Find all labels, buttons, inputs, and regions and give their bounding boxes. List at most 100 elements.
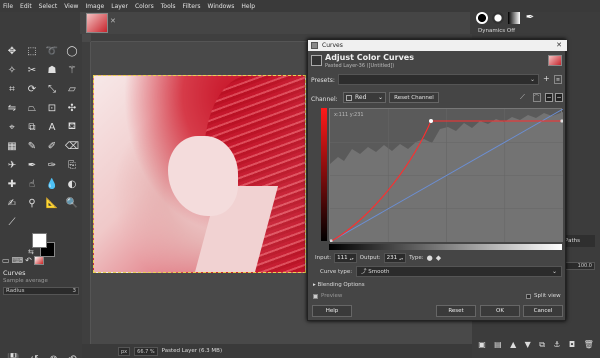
- blending-options-expander[interactable]: ▸ Blending Options: [313, 282, 365, 288]
- images-tab-icon[interactable]: [33, 255, 44, 265]
- mypaint-icon[interactable]: ✒: [524, 12, 536, 24]
- cancel-button[interactable]: Cancel: [523, 305, 563, 317]
- add-preset-icon[interactable]: +: [543, 74, 550, 83]
- rect-select-tool-icon[interactable]: ⬚: [22, 42, 42, 61]
- crop-tool-icon[interactable]: ⌗: [2, 80, 22, 99]
- dynamics-label[interactable]: Dynamics Off: [478, 28, 515, 34]
- warp-tool-icon[interactable]: ✣: [62, 99, 82, 118]
- menu-layer[interactable]: Layer: [111, 3, 128, 10]
- linear-histogram-icon[interactable]: ⟋: [520, 93, 525, 102]
- channel-dropdown[interactable]: Red ⌄: [343, 92, 386, 103]
- menu-help[interactable]: Help: [241, 3, 255, 10]
- handle-transform-icon[interactable]: ⧉: [22, 118, 42, 137]
- scissors-tool-icon[interactable]: ✂: [22, 61, 42, 80]
- curve-type-dropdown[interactable]: ⤴ Smooth ⌄: [356, 266, 562, 277]
- ok-button[interactable]: OK: [480, 305, 520, 317]
- opacity-value[interactable]: 100.0: [563, 262, 595, 270]
- scale-tool-icon[interactable]: ⤡: [42, 80, 62, 99]
- paintbrush-tool-icon[interactable]: ✐: [42, 137, 62, 156]
- new-group-icon[interactable]: ▤: [494, 340, 502, 350]
- unit-selector[interactable]: px: [118, 346, 131, 356]
- zoom-selector[interactable]: 66.7 %: [134, 346, 158, 356]
- color-picker-icon[interactable]: ⚲: [22, 194, 42, 213]
- sample-average-label[interactable]: Sample average: [3, 278, 48, 284]
- airbrush-tool-icon[interactable]: ✈: [2, 156, 22, 175]
- mask-icon[interactable]: ◘: [569, 340, 575, 350]
- dialog-titlebar[interactable]: Curves ✕: [308, 40, 567, 51]
- lasso-tool-icon[interactable]: ➰: [42, 42, 62, 61]
- mypaint-brush-icon[interactable]: ✑: [42, 156, 62, 175]
- delete-options-icon[interactable]: ⊗: [49, 354, 57, 358]
- tool-options-tab-icon[interactable]: ▭: [2, 256, 10, 265]
- curves-graph[interactable]: x:111 y:231: [329, 108, 563, 242]
- eyedropper-tool-icon[interactable]: ⟋: [2, 213, 22, 232]
- presets-menu-icon[interactable]: ≡: [554, 75, 562, 84]
- lower-layer-icon[interactable]: ▼: [525, 340, 531, 350]
- wand-tool-icon[interactable]: ⚚: [62, 61, 82, 80]
- undo-history-tab-icon[interactable]: ↶: [25, 256, 32, 265]
- clone-tool-icon[interactable]: ⎘: [62, 156, 82, 175]
- smooth-point-icon[interactable]: ●: [427, 254, 433, 262]
- foreground-color-swatch[interactable]: [32, 233, 47, 248]
- presets-dropdown[interactable]: ⌄: [338, 74, 539, 85]
- anchor-layer-icon[interactable]: ⚓: [553, 340, 560, 350]
- ink-tool-icon[interactable]: ✒: [22, 156, 42, 175]
- cage-tool-icon[interactable]: ⌖: [2, 118, 22, 137]
- menu-filters[interactable]: Filters: [183, 3, 201, 10]
- split-view-checkbox[interactable]: Split view: [526, 293, 561, 299]
- pattern-icon[interactable]: [492, 12, 504, 24]
- image-canvas[interactable]: [93, 75, 306, 273]
- reset-channel-button[interactable]: Reset Channel: [389, 92, 439, 103]
- menu-windows[interactable]: Windows: [208, 3, 235, 10]
- channel-menu-icon[interactable]: −: [555, 93, 563, 102]
- log-histogram-icon[interactable]: ⌒: [533, 93, 541, 102]
- menu-view[interactable]: View: [64, 3, 78, 10]
- menu-image[interactable]: Image: [85, 3, 104, 10]
- shear-tool-icon[interactable]: ▱: [62, 80, 82, 99]
- new-layer-icon[interactable]: ▣: [478, 340, 486, 350]
- menu-file[interactable]: File: [3, 3, 13, 10]
- foreground-select-tool-icon[interactable]: ☗: [42, 61, 62, 80]
- menu-tools[interactable]: Tools: [161, 3, 176, 10]
- measure-tool-icon[interactable]: 📐: [42, 194, 62, 213]
- input-spinner[interactable]: 111 ▴▾: [334, 253, 357, 263]
- restore-options-icon[interactable]: ↺: [30, 354, 38, 358]
- brush-icon[interactable]: [476, 12, 488, 24]
- bucket-fill-icon[interactable]: ⛾: [62, 118, 82, 137]
- curve-control-point[interactable]: [429, 119, 433, 123]
- blur-tool-icon[interactable]: 💧: [42, 175, 62, 194]
- image-tab-thumbnail[interactable]: [86, 13, 108, 33]
- raise-layer-icon[interactable]: ▲: [510, 340, 516, 350]
- delete-layer-icon[interactable]: 🗑: [584, 340, 594, 350]
- eraser-tool-icon[interactable]: ⌫: [62, 137, 82, 156]
- pencil-tool-icon[interactable]: ✎: [22, 137, 42, 156]
- text-tool-icon[interactable]: A: [42, 118, 62, 137]
- preview-checkbox[interactable]: Preview: [313, 293, 342, 299]
- output-spinner[interactable]: 231 ▴▾: [383, 253, 407, 263]
- save-options-icon[interactable]: 💾: [7, 354, 19, 358]
- menu-colors[interactable]: Colors: [135, 3, 154, 10]
- device-status-tab-icon[interactable]: ⌨: [12, 256, 24, 265]
- zoom-tool-icon[interactable]: 🔍: [62, 194, 82, 213]
- radius-field[interactable]: Radius 3: [3, 287, 79, 295]
- help-button[interactable]: Help: [312, 305, 352, 317]
- ellipse-select-tool-icon[interactable]: ◯: [62, 42, 82, 61]
- menu-edit[interactable]: Edit: [20, 3, 32, 10]
- smudge-tool-icon[interactable]: ☝: [22, 175, 42, 194]
- heal-tool-icon[interactable]: ✚: [2, 175, 22, 194]
- perspective-tool-icon[interactable]: ⏢: [22, 99, 42, 118]
- close-image-tab-icon[interactable]: ✕: [110, 17, 116, 25]
- gradient-tool-icon[interactable]: ▦: [2, 137, 22, 156]
- dodge-tool-icon[interactable]: ◐: [62, 175, 82, 194]
- channel-settings-icon[interactable]: −: [545, 93, 553, 102]
- corner-point-icon[interactable]: ◆: [436, 254, 441, 262]
- move-tool-icon[interactable]: ✥: [2, 42, 22, 61]
- unified-transform-icon[interactable]: ⊡: [42, 99, 62, 118]
- flip-tool-icon[interactable]: ⇋: [2, 99, 22, 118]
- duplicate-layer-icon[interactable]: ⧉: [539, 340, 545, 350]
- dialog-close-icon[interactable]: ✕: [556, 40, 562, 51]
- paths-tool-icon[interactable]: ✍: [2, 194, 22, 213]
- rotate-tool-icon[interactable]: ⟳: [22, 80, 42, 99]
- reset-button[interactable]: Reset: [436, 305, 476, 317]
- reset-options-icon[interactable]: ⟲: [68, 354, 76, 358]
